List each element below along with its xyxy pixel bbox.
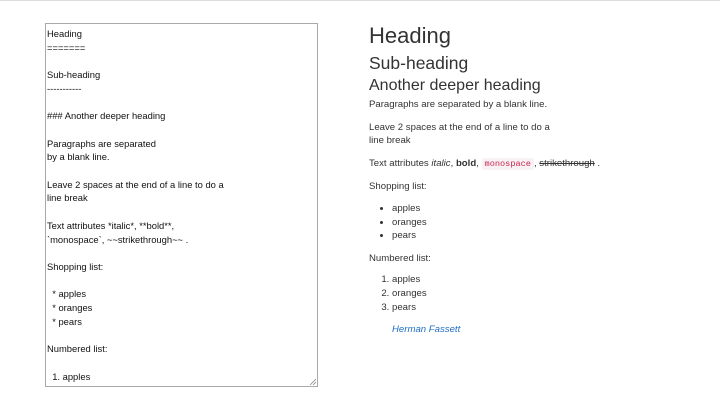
italic-text: italic — [431, 157, 451, 169]
list-item: pears — [392, 301, 699, 315]
preview-heading-3: Another deeper heading — [369, 77, 541, 94]
numbered-list: apples oranges pears — [369, 273, 699, 314]
monospace-text: monospace — [481, 157, 534, 170]
top-divider — [0, 0, 720, 1]
line-break-text-1: Leave 2 spaces at the end of a line to d… — [369, 121, 550, 133]
preview-heading-2: Sub-heading — [369, 53, 469, 73]
list-item: apples — [392, 273, 699, 287]
markdown-editor-textarea[interactable]: Heading ======= Sub-heading ----------- … — [45, 23, 318, 387]
list-item: apples — [392, 202, 699, 216]
signature-link[interactable]: Herman Fassett — [392, 323, 460, 336]
preview-line-break-paragraph: Leave 2 spaces at the end of a line to d… — [369, 121, 699, 148]
bold-text: bold — [455, 157, 477, 169]
shopping-list-title: Shopping list: — [369, 181, 427, 193]
editor-content[interactable]: Heading ======= Sub-heading ----------- … — [46, 24, 317, 386]
separator: , — [476, 157, 482, 169]
text-attrs-suffix: . — [594, 157, 601, 169]
line-break-text-2: line break — [369, 135, 411, 147]
preview-text-attributes: Text attributes italic, bold, monospace,… — [369, 157, 699, 172]
preview-paragraph: Paragraphs are separated by a blank line… — [369, 99, 548, 110]
resize-grip-icon[interactable] — [309, 378, 316, 385]
markdown-preview: Heading Sub-heading Another deeper headi… — [369, 22, 699, 337]
list-item: oranges — [392, 216, 699, 230]
preview-heading-1: Heading — [369, 23, 451, 48]
strikethrough-text: strikethrough — [539, 157, 595, 169]
numbered-list-title: Numbered list: — [369, 252, 431, 264]
list-item: pears — [392, 229, 699, 243]
text-attrs-prefix: Text attributes — [369, 157, 432, 169]
shopping-list: apples oranges pears — [369, 202, 699, 243]
list-item: oranges — [392, 287, 699, 301]
